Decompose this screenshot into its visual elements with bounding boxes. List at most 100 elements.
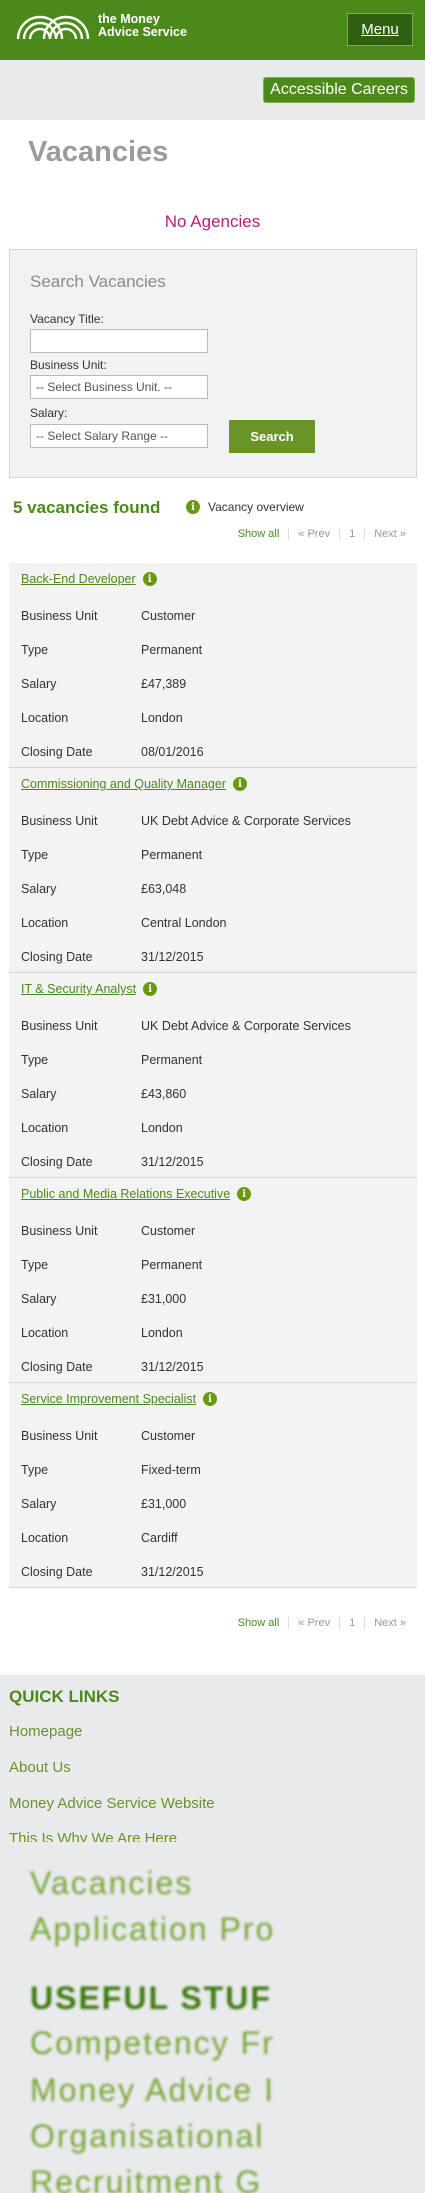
vacancy-card: IT & Security Analyst i Business Unit UK D… [9,973,417,1178]
vacancy-overview[interactable]: i Vacancy overview [186,500,304,514]
vacancy-title-link[interactable]: Commissioning and Quality Manager i [21,777,247,791]
site-header: the Money Advice Service Menu [0,0,425,60]
field-label: Closing Date [21,745,93,759]
field-value: Customer [141,1224,196,1238]
location-row: Location Cardiff [21,1531,178,1545]
field-value: £31,000 [141,1497,187,1511]
field-label: Location [21,916,69,930]
closing-date-row: Closing Date 31/12/2015 [21,1360,204,1374]
field-value: Permanent [141,643,203,657]
next-link[interactable]: Next » [364,1617,415,1629]
footer-link-competency[interactable]: Competency Fr [30,2025,275,2062]
field-value: £31,000 [141,1292,187,1306]
field-label: Salary [21,1292,57,1306]
closing-date-row: Closing Date 31/12/2015 [21,1565,204,1579]
field-label: Salary [21,677,57,691]
field-value: London [141,1326,183,1340]
vacancies-found: 5 vacancies found [13,498,161,517]
prev-link[interactable]: « Prev [288,528,339,540]
field-value: 31/12/2015 [141,1565,204,1579]
salary-row: Salary £43,860 [21,1087,186,1101]
field-label: Type [21,643,49,657]
field-value: Central London [141,916,227,930]
logo[interactable]: the Money Advice Service [14,12,187,40]
footer-link-organisational[interactable]: Organisational [30,2118,264,2155]
quick-link-homepage[interactable]: Homepage [9,1723,82,1740]
top-band: Accessible Careers [0,60,425,120]
vacancy-title-link[interactable]: Public and Media Relations Executive i [21,1187,252,1201]
salary-select[interactable]: -- Select Salary Range -- [30,424,208,448]
next-link[interactable]: Next » [364,528,415,540]
field-value: UK Debt Advice & Corporate Services [141,814,351,828]
vacancy-overview-label: Vacancy overview [208,500,304,514]
info-icon[interactable]: i [237,1187,252,1201]
field-value: Permanent [141,1258,203,1272]
search-panel: Search Vacancies Vacancy Title: Business… [9,249,417,478]
show-all-link[interactable]: Show all [229,528,289,540]
vacancy-card: Back-End Developer i Business Unit Custome… [9,563,417,768]
info-icon[interactable]: i [143,982,158,996]
salary-row: Salary £31,000 [21,1292,186,1306]
footer-link-money-advice[interactable]: Money Advice I [30,2072,275,2109]
location-row: Location London [21,1326,183,1340]
footer-link-vacancies[interactable]: Vacancies [30,1865,193,1902]
salary-row: Salary £31,000 [21,1497,186,1511]
field-label: Location [21,711,69,725]
field-label: Closing Date [21,1155,93,1169]
type-row: Type Permanent [21,1258,202,1272]
vacancy-title-link[interactable]: IT & Security Analyst i [21,982,158,996]
vacancy-title[interactable]: IT & Security Analyst [21,982,136,996]
field-value: 31/12/2015 [141,1155,204,1169]
vacancy-title[interactable]: Commissioning and Quality Manager [21,777,226,791]
field-label: Closing Date [21,1360,93,1374]
business-unit-row: Business Unit UK Debt Advice & Corporate … [21,814,351,828]
salary-row: Salary £47,389 [21,677,186,691]
info-icon[interactable]: i [203,1392,218,1406]
prev-link[interactable]: « Prev [288,1617,339,1629]
field-value: Permanent [141,848,203,862]
page-number[interactable]: 1 [339,1617,364,1629]
field-label: Location [21,1121,69,1135]
field-value: UK Debt Advice & Corporate Services [141,1019,351,1033]
salary-row: Salary £63,048 [21,882,186,896]
quick-link-mas-website[interactable]: Money Advice Service Website [9,1795,215,1812]
info-icon[interactable]: i [186,500,200,514]
field-label: Business Unit [21,1019,98,1033]
quick-link-why-we-are-here[interactable]: This Is Why We Are Here [9,1830,177,1842]
vacancy-title-input[interactable] [30,329,208,353]
field-label: Type [21,1258,49,1272]
vacancy-title-link[interactable]: Service Improvement Specialist i [21,1392,218,1406]
field-label: Salary [21,1497,57,1511]
field-label: Location [21,1531,69,1545]
field-label: Salary [21,882,57,896]
quick-link-about-us[interactable]: About Us [9,1759,71,1776]
business-unit-select[interactable]: -- Select Business Unit. -- [30,375,208,399]
field-label: Business Unit [21,609,98,623]
field-label: Closing Date [21,950,93,964]
useful-stuff-title: USEFUL STUF [30,1980,272,2016]
location-row: Location London [21,711,183,725]
field-label: Closing Date [21,1565,93,1579]
vacancy-title-link[interactable]: Back-End Developer i [21,572,157,586]
info-icon[interactable]: i [232,777,247,791]
field-value: £63,048 [141,882,187,896]
location-row: Location London [21,1121,183,1135]
search-title: Search Vacancies [30,272,166,291]
menu-button[interactable]: Menu [347,13,413,46]
business-unit-row: Business Unit Customer [21,609,195,623]
vacancy-title[interactable]: Public and Media Relations Executive [21,1187,230,1201]
quick-links-title: QUICK LINKS [9,1687,120,1706]
footer-link-recruitment[interactable]: Recruitment G [30,2164,262,2193]
footer-link-application[interactable]: Application Pro [30,1911,275,1948]
page-number[interactable]: 1 [339,528,364,540]
field-value: 31/12/2015 [141,950,204,964]
vacancy-title[interactable]: Service Improvement Specialist [21,1392,196,1406]
field-value: Customer [141,1429,196,1443]
accessible-careers-button[interactable]: Accessible Careers [263,77,415,103]
vacancy-title[interactable]: Back-End Developer [21,572,136,586]
search-button[interactable]: Search [229,420,315,453]
vacancy-card: Public and Media Relations Executive i Bu… [9,1178,417,1383]
location-row: Location Central London [21,916,226,930]
info-icon[interactable]: i [142,572,157,586]
show-all-link[interactable]: Show all [229,1617,289,1629]
